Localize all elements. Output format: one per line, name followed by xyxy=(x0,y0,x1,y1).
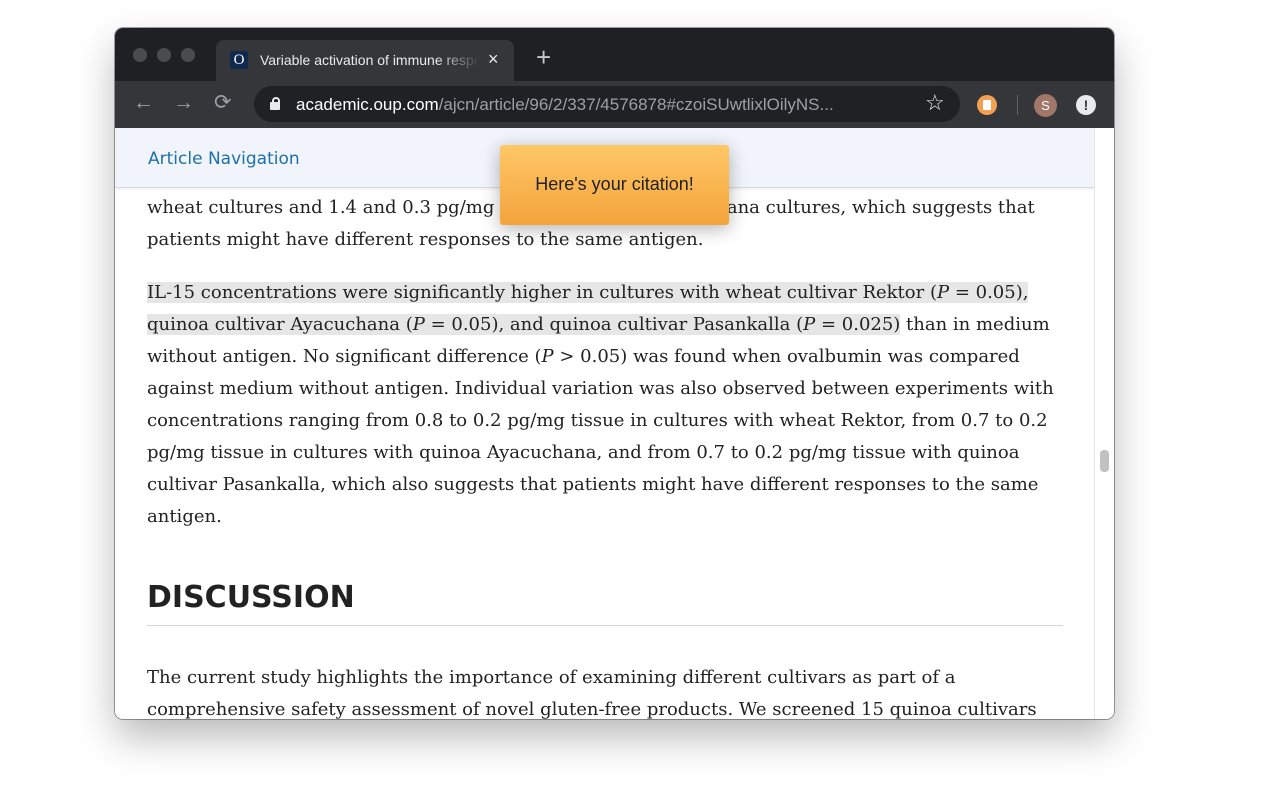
zoom-window-button[interactable] xyxy=(181,48,195,62)
bookmark-star-icon[interactable]: ☆ xyxy=(925,90,945,116)
tab-close-icon[interactable]: × xyxy=(488,49,499,70)
tab-title: Variable activation of immune response b… xyxy=(260,52,480,68)
highlighted-text: IL-15 concentrations were significantly … xyxy=(147,282,1029,335)
url-host: academic.oup.com xyxy=(296,95,439,114)
url-text[interactable]: academic.oup.com/ajcn/article/96/2/337/4… xyxy=(296,95,834,115)
minimize-window-button[interactable] xyxy=(157,48,171,62)
new-tab-button[interactable]: + xyxy=(536,44,551,70)
browser-toolbar: ← → ⟳ academic.oup.com/ajcn/article/96/2… xyxy=(115,81,1114,129)
discussion-paragraph: The current study highlights the importa… xyxy=(147,667,1037,719)
forward-arrow-icon[interactable]: → xyxy=(173,91,194,115)
extension-icon[interactable] xyxy=(977,95,997,115)
lock-icon xyxy=(270,97,280,110)
close-window-button[interactable] xyxy=(133,48,147,62)
citation-tooltip: Here's your citation! xyxy=(500,145,729,225)
page-scrollbar[interactable] xyxy=(1094,128,1114,719)
results-paragraph: IL-15 concentrations were significantly … xyxy=(147,282,1054,527)
clipped-text-line-2: patients might have different responses … xyxy=(147,229,703,250)
oup-favicon-icon: O xyxy=(230,51,248,69)
url-path: /ajcn/article/96/2/337/4576878#czoiSUwtl… xyxy=(438,95,834,114)
discussion-heading: DISCUSSION xyxy=(147,580,1063,626)
browser-tab[interactable]: O Variable activation of immune response… xyxy=(216,40,514,81)
back-arrow-icon[interactable]: ← xyxy=(133,91,154,115)
browser-window: O Variable activation of immune response… xyxy=(115,28,1114,719)
update-alert-icon[interactable]: ! xyxy=(1076,95,1096,115)
citation-tooltip-text: Here's your citation! xyxy=(535,174,694,194)
reload-icon[interactable]: ⟳ xyxy=(214,91,232,115)
scrollbar-thumb[interactable] xyxy=(1100,450,1109,472)
clipped-text-2: patients might have different responses … xyxy=(147,229,704,250)
article-navigation-link[interactable]: Article Navigation xyxy=(148,149,300,169)
address-bar[interactable]: academic.oup.com/ajcn/article/96/2/337/4… xyxy=(254,86,960,122)
profile-avatar[interactable]: S xyxy=(1034,94,1057,117)
tab-bar: O Variable activation of immune response… xyxy=(115,28,1114,81)
toolbar-divider xyxy=(1017,95,1018,115)
